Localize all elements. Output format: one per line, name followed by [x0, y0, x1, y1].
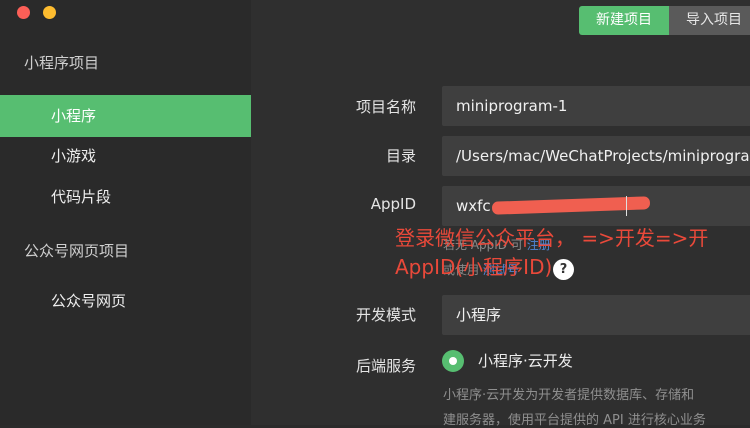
new-project-button[interactable]: 新建项目 — [579, 6, 669, 35]
sidebar-item-miniprogram[interactable]: 小程序 — [0, 95, 251, 137]
annotation-line-1: 登录微信公众平台， =>开发=>开 — [395, 226, 709, 250]
help-question-icon[interactable]: ? — [553, 259, 574, 280]
cloud-dev-description-2: 建服务器，使用平台提供的 API 进行核心业务 — [443, 413, 706, 428]
directory-label: 目录 — [385, 147, 416, 165]
cloud-dev-description-1: 小程序·云开发为开发者提供数据库、存储和 — [443, 388, 695, 403]
annotation-line-2: AppID(小程序ID) — [395, 255, 553, 279]
section-title-official-account: 公众号网页项目 — [24, 242, 130, 260]
sidebar-item-code-snippet[interactable]: 代码片段 — [0, 176, 251, 218]
window-close-button[interactable] — [17, 6, 30, 19]
dev-mode-label: 开发模式 — [355, 306, 416, 324]
import-project-button[interactable]: 导入项目 — [669, 6, 750, 35]
appid-label: AppID — [370, 195, 416, 213]
dev-mode-select[interactable]: 小程序 — [442, 295, 750, 335]
section-title-miniprogram: 小程序项目 — [24, 54, 100, 72]
project-name-label: 项目名称 — [355, 98, 416, 116]
cloud-dev-radio-label[interactable]: 小程序·云开发 — [478, 350, 573, 371]
window-minimize-button[interactable] — [43, 6, 56, 19]
text-cursor — [626, 196, 627, 216]
sidebar: 小程序项目 小程序 小游戏 代码片段 公众号网页项目 公众号网页 — [0, 0, 251, 425]
cloud-dev-radio[interactable] — [442, 350, 464, 372]
backend-service-label: 后端服务 — [355, 357, 416, 375]
directory-input[interactable]: /Users/mac/WeChatProjects/miniprogra — [442, 136, 750, 176]
sidebar-item-official-webpage[interactable]: 公众号网页 — [0, 280, 251, 322]
project-name-input[interactable]: miniprogram-1 — [442, 86, 750, 126]
sidebar-item-minigame[interactable]: 小游戏 — [0, 135, 251, 177]
